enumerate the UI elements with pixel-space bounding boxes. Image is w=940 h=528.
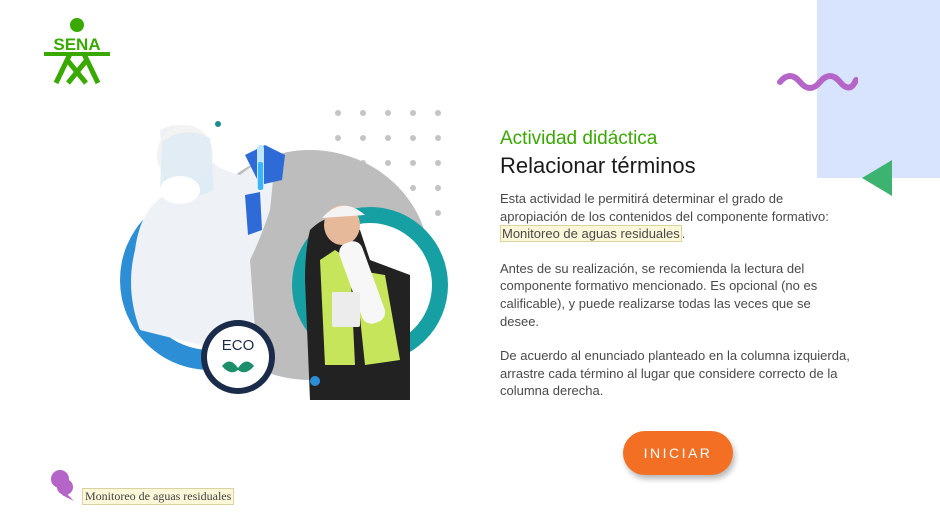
footer-component-label: Monitoreo de aguas residuales <box>82 488 235 505</box>
activity-title: Relacionar términos <box>500 153 696 178</box>
intro-text: Esta actividad le permitirá determinar e… <box>500 191 829 224</box>
hero-illustration: ECO <box>120 110 448 400</box>
instructions-paragraph: De acuerdo al enunciado planteado en la … <box>500 348 850 399</box>
wave-decoration-icon <box>777 73 858 91</box>
component-name-highlight: Monitoreo de aguas residuales <box>500 225 682 243</box>
speech-bubble-icon <box>51 470 74 501</box>
triangle-decoration-icon <box>862 160 892 196</box>
start-button[interactable]: INICIAR <box>623 431 733 475</box>
activity-eyebrow: Actividad didáctica <box>500 128 658 149</box>
logo-text: SENA <box>53 35 100 54</box>
intro-paragraph: Esta actividad le permitirá determinar e… <box>500 190 850 243</box>
intro-end: . <box>681 226 686 242</box>
eco-badge-text: ECO <box>222 337 255 354</box>
recommendation-paragraph: Antes de su realización, se recomienda l… <box>500 260 818 329</box>
sena-logo-icon: SENA <box>44 18 110 85</box>
activity-panel: Actividad didáctica Relacionar términos … <box>500 128 850 417</box>
